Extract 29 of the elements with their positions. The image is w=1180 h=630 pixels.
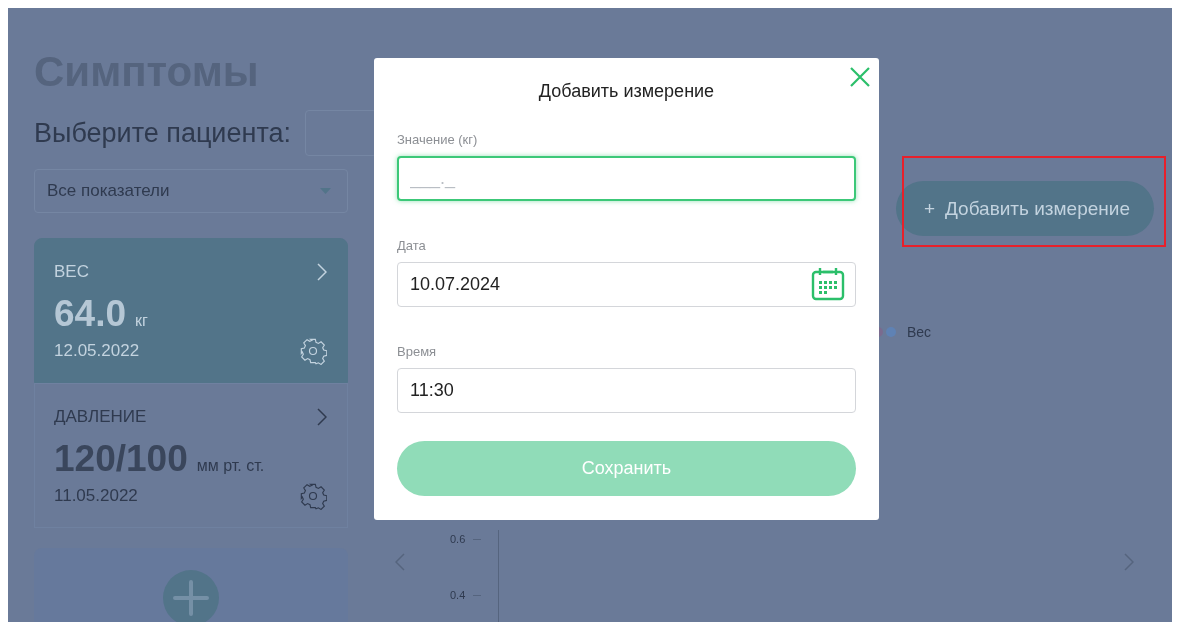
- metric-value: 120/100: [54, 438, 188, 480]
- legend-label: Вес: [907, 324, 932, 340]
- axis-tick-label: 0.6: [450, 533, 466, 545]
- metric-date: 12.05.2022: [54, 341, 140, 361]
- metric-unit: кг: [135, 312, 148, 330]
- filter-dropdown[interactable]: Все показатели: [34, 169, 348, 213]
- metric-card[interactable]: ДАВЛЕНИЕ 120/100 мм рт. ст. 11.05.2022: [34, 383, 348, 528]
- chevron-left-icon[interactable]: [395, 553, 405, 571]
- metric-unit: мм рт. ст.: [196, 457, 265, 475]
- metric-date: 11.05.2022: [54, 486, 138, 506]
- field-label: Дата: [397, 238, 427, 253]
- close-icon[interactable]: [849, 66, 871, 88]
- axis-tick-label: 0.4: [450, 589, 466, 601]
- modal-title: Добавить измерение: [537, 80, 716, 102]
- chevron-right-icon[interactable]: [1124, 553, 1134, 571]
- calendar-icon[interactable]: [810, 266, 846, 302]
- patient-label: Выберите пациента:: [34, 117, 291, 149]
- time-field[interactable]: 11:30: [397, 368, 856, 413]
- gear-icon[interactable]: [299, 482, 327, 510]
- metric-value: 64.0: [54, 293, 126, 335]
- metric-name: ВЕС: [54, 262, 89, 282]
- metric-name: ДАВЛЕНИЕ: [54, 407, 147, 427]
- chevron-right-icon[interactable]: [317, 408, 327, 426]
- date-field[interactable]: 10.07.2024: [397, 262, 856, 307]
- input-field[interactable]: ___._: [397, 156, 856, 201]
- field-label: Значение (кг): [397, 132, 479, 147]
- add-measurement-button[interactable]: + Добавить измерение: [895, 181, 1154, 236]
- caret-icon: [320, 188, 331, 194]
- field-label: Время: [397, 344, 438, 359]
